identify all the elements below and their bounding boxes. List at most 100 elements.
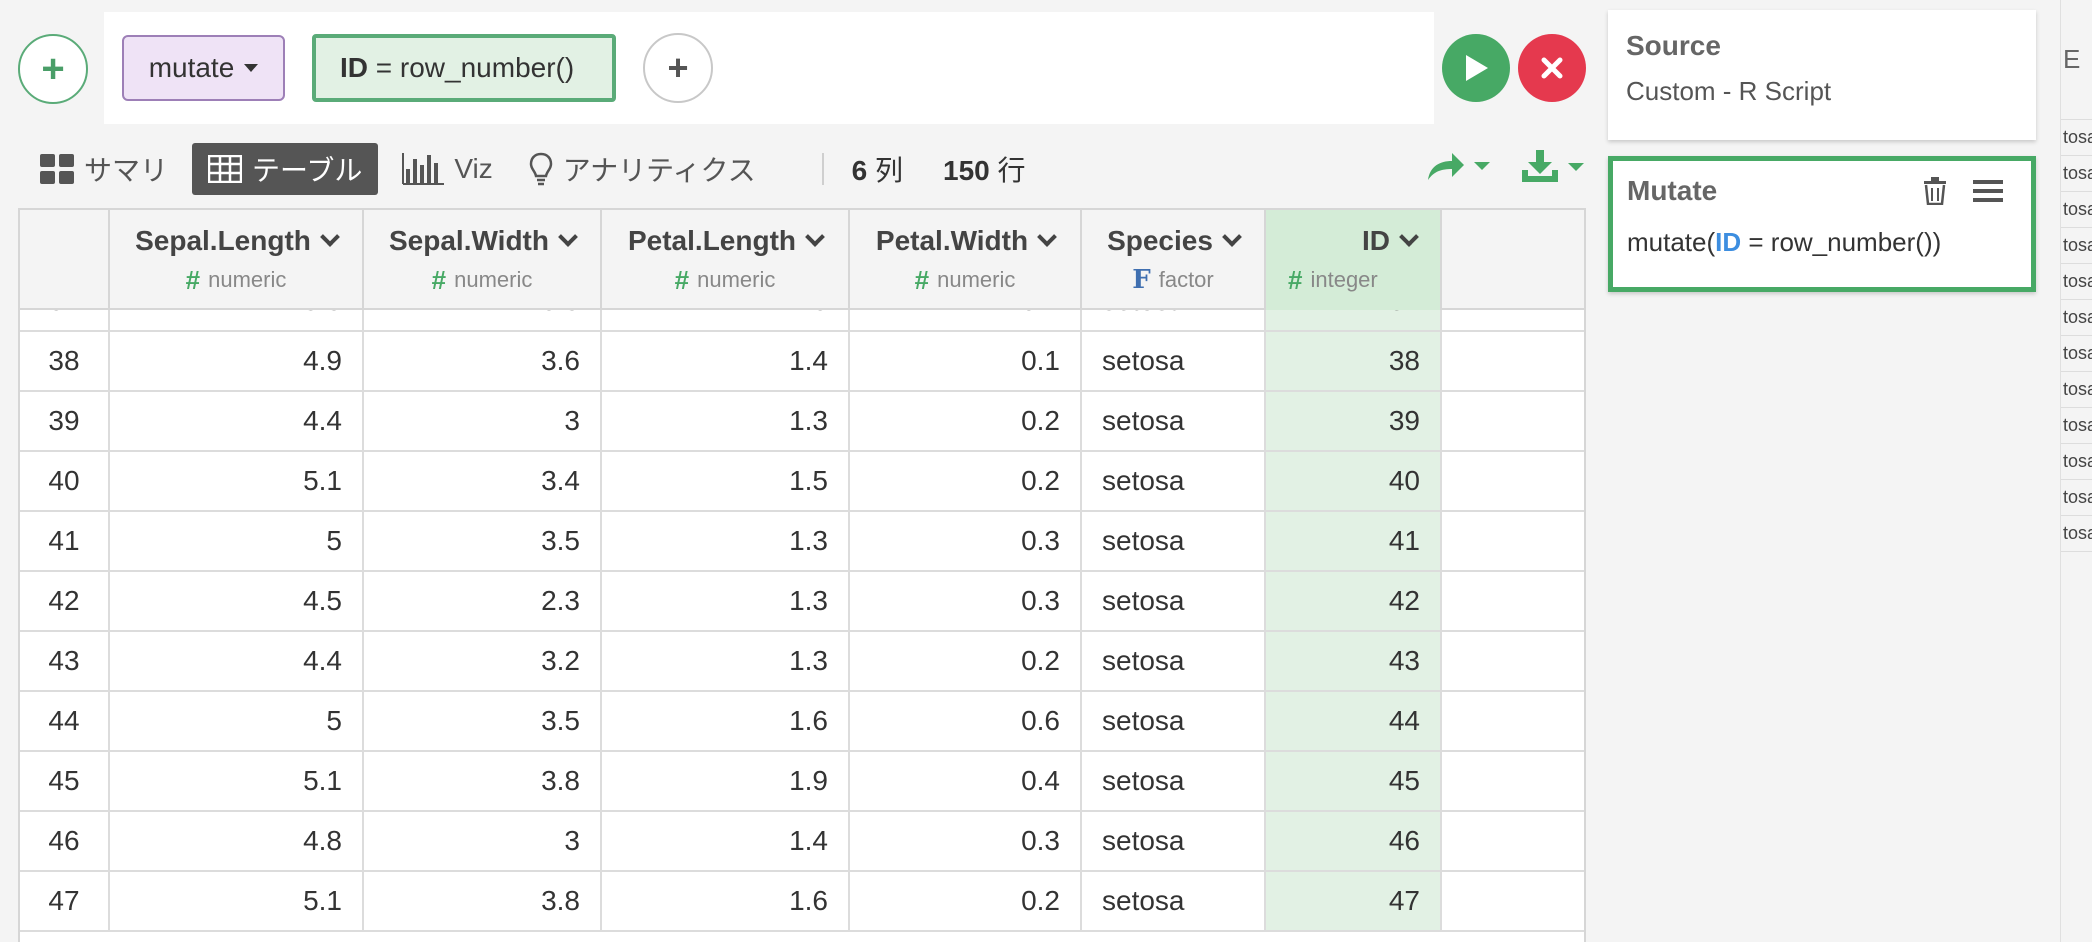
command-dropdown[interactable]: mutate (122, 35, 285, 101)
bar-chart-icon (402, 153, 445, 185)
code-prefix: mutate( (1627, 227, 1716, 257)
run-button[interactable] (1442, 34, 1510, 102)
column-header[interactable]: Petal.Length # numeric (602, 210, 850, 310)
menu-icon[interactable] (1973, 179, 2003, 203)
source-step-card[interactable]: Source Custom - R Script (1608, 10, 2036, 140)
table-cell: 4.4 (110, 392, 364, 450)
row-count-unit: 行 (997, 155, 1026, 186)
column-header[interactable]: Sepal.Length # numeric (110, 210, 364, 310)
table-cell: 1.4 (602, 332, 850, 390)
expression-input[interactable]: ID = row_number() (312, 34, 616, 102)
column-type: numeric (937, 267, 1016, 292)
column-header[interactable]: Petal.Width # numeric (850, 210, 1082, 310)
table-cell: 1.3 (602, 572, 850, 630)
column-type: numeric (454, 267, 533, 292)
table-cell: 46 (1266, 812, 1442, 870)
column-count: 6 列 (852, 149, 903, 189)
table-row: 40 5.1 3.4 1.5 0.2 setosa 40 (20, 452, 1584, 512)
table-row: 44 5 3.5 1.6 0.6 setosa 44 (20, 692, 1584, 752)
mutate-code: mutate(ID = row_number()) (1627, 227, 2031, 258)
table-row: 46 4.8 3 1.4 0.3 setosa 46 (20, 812, 1584, 872)
table-cell: 5 (110, 512, 364, 570)
table-cell: setosa (1082, 812, 1266, 870)
table-cell: setosa (1082, 692, 1266, 750)
table-cell: 1.3 (602, 632, 850, 690)
edge-cell: tosa (2061, 120, 2092, 156)
chevron-down-icon[interactable] (319, 226, 340, 247)
tab-summary[interactable]: サマリ (24, 143, 184, 195)
close-icon (1541, 57, 1563, 79)
table-cell: 3 (364, 812, 602, 870)
table-cell: 3.8 (364, 872, 602, 930)
edge-label: E (2061, 0, 2092, 120)
column-header[interactable]: ID # integer (1266, 210, 1442, 310)
table-cell: setosa (1082, 872, 1266, 930)
table-cell: 41 (1266, 512, 1442, 570)
table-cell: 0.2 (850, 452, 1082, 510)
table-cell: setosa (1082, 512, 1266, 570)
column-count-value: 6 (851, 155, 868, 186)
table-cell: 0.6 (850, 692, 1082, 750)
download-button[interactable] (1520, 150, 1584, 184)
table-body: 375.53.51.30.2setosa37384.93.61.40.1seto… (20, 272, 1584, 932)
table-cell: 0.2 (850, 872, 1082, 930)
table-cell: 45 (1266, 752, 1442, 810)
chevron-down-icon[interactable] (1037, 226, 1057, 247)
column-header[interactable]: Sepal.Width # numeric (364, 210, 602, 310)
table-cell: 1.3 (602, 392, 850, 450)
trash-icon[interactable] (1923, 177, 1947, 205)
row-index-cell: 45 (20, 752, 110, 810)
add-argument-button[interactable]: + (643, 33, 713, 103)
tab-label: Viz (454, 153, 493, 184)
table-cell: 43 (1266, 632, 1442, 690)
play-icon (1466, 55, 1488, 81)
edge-cell: tosa (2061, 192, 2092, 228)
download-icon (1522, 150, 1558, 182)
tab-table[interactable]: テーブル (192, 143, 379, 195)
mutate-step-card[interactable]: Mutate mutate(ID = row_number()) (1608, 156, 2036, 292)
table-cell: 3.5 (364, 692, 602, 750)
edge-cell: tosa (2061, 156, 2092, 192)
tab-label: テーブル (252, 155, 363, 186)
table-row: 38 4.9 3.6 1.4 0.1 setosa 38 (20, 332, 1584, 392)
table-cell: 1.5 (602, 452, 850, 510)
table-cell: 0.2 (850, 392, 1082, 450)
column-type: integer (1310, 267, 1378, 292)
tab-viz[interactable]: Viz (386, 143, 508, 195)
table-cell: 4.8 (110, 812, 364, 870)
edge-cells: tosatosatosatosatosatosatosatosatosatosa… (2061, 120, 2092, 552)
source-title: Source (1626, 30, 1721, 61)
chevron-down-icon[interactable] (558, 226, 578, 247)
cancel-button[interactable] (1518, 34, 1586, 102)
edge-cell: tosa (2061, 336, 2092, 372)
table-cell: 39 (1266, 392, 1442, 450)
share-button[interactable] (1426, 150, 1490, 182)
column-type: numeric (208, 267, 287, 292)
column-name: Species (1107, 225, 1213, 256)
table-cell: 1.6 (602, 692, 850, 750)
numeric-type-icon: # (1288, 264, 1303, 295)
table-header: Sepal.Length # numeric Sepal.Width # numer… (20, 210, 1584, 310)
table-cell: 42 (1266, 572, 1442, 630)
code-keyword: ID (1715, 227, 1742, 257)
row-index-cell: 38 (20, 332, 110, 390)
chevron-down-icon[interactable] (805, 226, 825, 247)
table-cell: 0.1 (850, 332, 1082, 390)
row-index-cell: 46 (20, 812, 110, 870)
table-row: 42 4.5 2.3 1.3 0.3 setosa 42 (20, 572, 1584, 632)
table-cell: 40 (1266, 452, 1442, 510)
column-name: Petal.Length (627, 224, 796, 256)
chevron-down-icon[interactable] (1222, 227, 1242, 247)
column-count-unit: 列 (875, 155, 904, 186)
add-step-button[interactable]: + (18, 34, 88, 104)
chevron-down-icon[interactable] (1399, 226, 1419, 247)
table-cell: setosa (1082, 632, 1266, 690)
table-row: 39 4.4 3 1.3 0.2 setosa 39 (20, 392, 1584, 452)
tab-analytics[interactable]: アナリティクス (513, 143, 772, 195)
column-header[interactable]: Species Ffactor (1082, 210, 1266, 310)
table-cell: setosa (1082, 332, 1266, 390)
expression-body: = row_number() (368, 52, 575, 83)
table-cell: 0.3 (850, 812, 1082, 870)
table-cell: 5.1 (110, 752, 364, 810)
adjacent-panel-edge: E tosatosatosatosatosatosatosatosatosato… (2060, 0, 2092, 942)
